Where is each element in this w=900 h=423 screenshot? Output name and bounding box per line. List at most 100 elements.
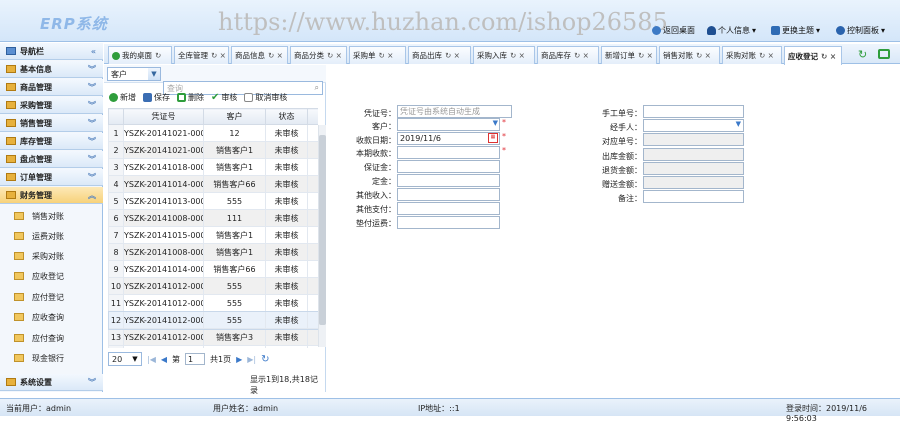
deposit-field[interactable] <box>397 160 500 173</box>
sidebar-group-orders[interactable]: 订单管理 ︾ <box>0 169 103 186</box>
sidebar-group-basic[interactable]: 基本信息 ︾ <box>0 61 103 78</box>
extra-column-header[interactable] <box>307 108 318 125</box>
close-icon[interactable]: ↻ × <box>327 51 342 60</box>
handler-select[interactable]: ▼ <box>643 119 744 132</box>
other-pay-field[interactable] <box>397 202 500 215</box>
tab-sales-recon[interactable]: 销售对账 ↻ × <box>659 46 720 64</box>
table-row-selected[interactable]: 12YSZK-20141012-0001555未审核20 <box>108 310 318 330</box>
close-icon[interactable]: ↻ × <box>211 51 226 60</box>
customer-column-header[interactable]: 客户 <box>203 108 266 125</box>
sidebar-group-inventory[interactable]: 盘点管理 ︾ <box>0 151 103 168</box>
chevron-down-icon: ▾ <box>816 26 821 35</box>
sidebar-group-stock[interactable]: 库存管理 ︾ <box>0 133 103 150</box>
manual-no-field[interactable] <box>643 105 744 118</box>
fullscreen-icon[interactable] <box>878 49 890 59</box>
close-icon[interactable]: ↻ × <box>696 51 711 60</box>
period-receipt-field[interactable] <box>397 146 500 159</box>
tab-goods-stock[interactable]: 商品库存 ↻ × <box>537 46 599 64</box>
table-row[interactable]: 6YSZK-20141008-0002111未审核20 <box>108 209 318 227</box>
grid-scrollbar[interactable] <box>318 125 326 347</box>
refresh-all-icon[interactable]: ↻ <box>858 48 867 61</box>
customer-cell: 销售客户1 <box>203 243 266 261</box>
tab-goods-category[interactable]: 商品分类 ↻ × <box>290 46 347 64</box>
tab-warehouse[interactable]: 全库管理 ↻ × <box>174 46 229 64</box>
sidebar-group-goods[interactable]: 商品管理 ︾ <box>0 79 103 96</box>
sidebar-group-sales[interactable]: 销售管理 ︾ <box>0 115 103 132</box>
close-icon[interactable]: ↻ × <box>574 51 589 60</box>
first-page-icon[interactable]: |◀ <box>147 355 156 364</box>
table-row[interactable]: 10YSZK-20141012-0003555未审核20 <box>108 277 318 295</box>
close-icon[interactable]: ↻ × <box>268 51 283 60</box>
table-row[interactable]: 2YSZK-20141021-0001销售客户1未审核20 <box>108 141 318 159</box>
table-row[interactable]: 9YSZK-20141014-0001销售客户66未审核20 <box>108 260 318 278</box>
profile-menu[interactable]: 个人信息 ▾ <box>707 25 756 36</box>
sidebar-item-receivable-query[interactable]: 应收查询 <box>0 307 103 327</box>
close-icon[interactable]: ↻ × <box>759 51 774 60</box>
tab-purchase-order[interactable]: 采购单 ↻ × <box>349 46 406 64</box>
refresh-icon[interactable]: ↻ <box>261 354 269 365</box>
save-button[interactable]: 保存 <box>143 92 170 103</box>
tab-desktop[interactable]: 我的桌面 ↻ <box>108 46 172 64</box>
table-row[interactable]: 11YSZK-20141012-0002555未审核20 <box>108 294 318 312</box>
delete-button[interactable]: 删除 <box>177 92 204 103</box>
refresh-icon[interactable]: ↻ <box>155 51 161 60</box>
new-button[interactable]: 新增 <box>109 92 136 103</box>
tab-purchase-in[interactable]: 采购入库 ↻ × <box>473 46 535 64</box>
table-row[interactable]: 1YSZK-20141021-000212未审核20 <box>108 124 318 142</box>
close-icon[interactable]: ↻ × <box>510 51 525 60</box>
tab-new-order[interactable]: 新增订单 ↻ × <box>601 46 657 64</box>
tab-goods-info[interactable]: 商品信息 ↻ × <box>231 46 288 64</box>
next-page-icon[interactable]: ▶ <box>236 355 242 364</box>
table-row[interactable]: 3YSZK-20141018-0001销售客户1未审核20 <box>108 158 318 176</box>
date-field[interactable]: 2019/11/6 <box>397 132 500 145</box>
table-row[interactable]: 7YSZK-20141015-0001销售客户1未审核20 <box>108 226 318 244</box>
collapse-icon[interactable]: « <box>91 47 96 56</box>
sidebar-group-finance[interactable]: 财务管理 ︽ <box>0 187 103 204</box>
theme-menu[interactable]: 更换主题 ▾ <box>771 25 820 36</box>
sidebar-item-cash-bank[interactable]: 现金银行 <box>0 348 103 368</box>
advance-field[interactable] <box>397 174 500 187</box>
unaudit-button[interactable]: 取消审核 <box>244 92 287 103</box>
last-page-icon[interactable]: ▶| <box>247 355 256 364</box>
page-size-select[interactable]: 20 ▼ <box>108 352 142 366</box>
voucher-field[interactable]: 凭证号由系统自动生成 <box>397 105 512 118</box>
table-row[interactable]: 4YSZK-20141014-0002销售客户66未审核20 <box>108 175 318 193</box>
search-icon[interactable]: ⌕ <box>315 83 319 93</box>
sidebar-item-sales-recon[interactable]: 销售对账 <box>0 206 103 226</box>
close-icon[interactable]: ↻ × <box>638 51 653 60</box>
sidebar-item-receivable-register[interactable]: 应收登记 <box>0 266 103 286</box>
tab-purchase-recon[interactable]: 采购对账 ↻ × <box>722 46 782 64</box>
freight-field[interactable] <box>397 216 500 229</box>
ref-no-field[interactable] <box>643 133 744 146</box>
sidebar-item-payable-query[interactable]: 应付查询 <box>0 328 103 348</box>
tab-goods-out[interactable]: 商品出库 ↻ × <box>408 46 471 64</box>
table-row[interactable]: 14 <box>108 345 318 348</box>
sidebar-item-payable-register[interactable]: 应付登记 <box>0 287 103 307</box>
sidebar-group-purchase[interactable]: 采购管理 ︾ <box>0 97 103 114</box>
close-icon[interactable]: ↻ × <box>379 51 394 60</box>
page-size-value: 20 <box>112 354 123 364</box>
customer-select[interactable]: ▼ <box>397 118 500 131</box>
table-row[interactable]: 13YSZK-20141012-0001销售客户3未审核20 <box>108 328 318 346</box>
voucher-column-header[interactable]: 凭证号 <box>123 108 204 125</box>
page-input[interactable]: 1 <box>185 353 206 365</box>
filter-field-select[interactable]: 客户 ▼ <box>107 67 161 81</box>
sidebar-group-system[interactable]: 系统设置 ︾ <box>0 374 103 391</box>
sidebar-item-purchase-recon[interactable]: 采购对账 <box>0 246 103 266</box>
sidebar-item-freight-recon[interactable]: 运费对账 <box>0 226 103 246</box>
table-row[interactable]: 5YSZK-20141013-0001555未审核20 <box>108 192 318 210</box>
prev-page-icon[interactable]: ◀ <box>161 355 167 364</box>
tab-receivable-register[interactable]: 应收登记 ↻ × <box>784 46 842 65</box>
audit-button[interactable]: ✔ 审核 <box>211 92 237 103</box>
remark-field[interactable] <box>643 190 744 203</box>
status-column-header[interactable]: 状态 <box>265 108 308 125</box>
other-income-field[interactable] <box>397 188 500 201</box>
close-icon[interactable]: ↻ × <box>445 51 460 60</box>
table-row[interactable]: 8YSZK-20141008-0001销售客户1未审核20 <box>108 243 318 261</box>
voucher-cell: YSZK-20141012-0001 <box>123 311 204 329</box>
close-icon[interactable]: ↻ × <box>821 52 836 61</box>
control-panel-menu[interactable]: 控制面板 ▾ <box>836 25 885 36</box>
scrollbar-thumb[interactable] <box>319 135 326 325</box>
calendar-icon[interactable]: ▦ <box>488 133 498 143</box>
home-link[interactable]: 返回桌面 <box>652 25 695 36</box>
